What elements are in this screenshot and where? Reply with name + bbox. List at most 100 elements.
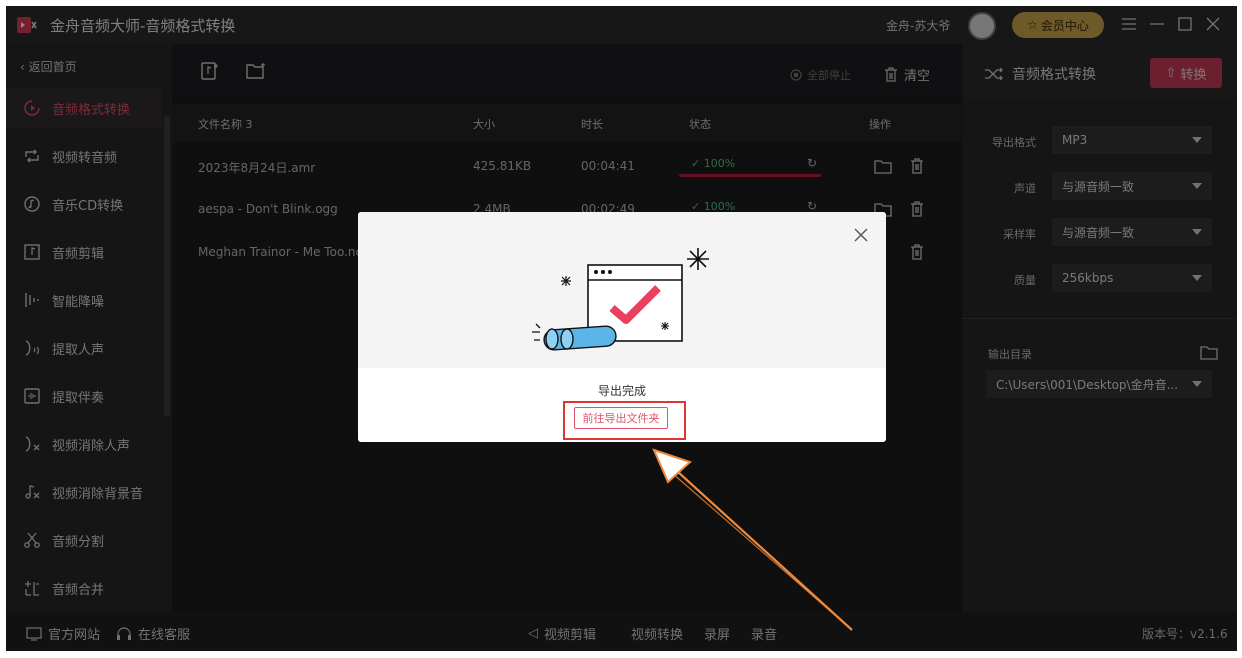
convert-button[interactable]: ⇧ 转换 xyxy=(1150,58,1222,88)
crown-icon: ☆ xyxy=(1027,18,1038,32)
video-remove-bg-icon xyxy=(22,482,42,502)
sidebar-item-audio-merge[interactable]: 音频合并 xyxy=(6,568,162,608)
trash-icon xyxy=(885,67,897,82)
user-name[interactable]: 金舟-苏大爷 xyxy=(886,17,950,34)
sidebar-item-video-remove-bg[interactable]: 视频消除背景音 xyxy=(6,472,162,512)
footer-link-label: 录屏 xyxy=(704,628,731,643)
open-export-folder-button[interactable]: 前往导出文件夹 xyxy=(574,407,668,429)
table-row[interactable]: 2023年8月24日.amr 425.81KB 00:04:41 ✓ 100% … xyxy=(172,145,962,187)
stop-icon xyxy=(790,69,802,81)
noise-reduction-icon xyxy=(22,290,42,310)
online-service-link[interactable]: 在线客服 xyxy=(116,624,190,643)
audio-merge-icon xyxy=(22,578,42,598)
online-service-label: 在线客服 xyxy=(138,628,191,643)
delete-icon[interactable] xyxy=(908,157,926,175)
chevron-left-icon: ‹ xyxy=(20,60,29,74)
footer-link-screen-record[interactable]: 录屏 xyxy=(704,624,730,643)
sample-rate-select[interactable]: 与源音频一致 xyxy=(1052,218,1212,246)
sidebar-scrollbar[interactable] xyxy=(164,116,170,416)
maximize-icon[interactable] xyxy=(1176,15,1194,33)
menu-icon[interactable] xyxy=(1120,15,1138,33)
avatar[interactable] xyxy=(968,12,996,40)
back-home-link[interactable]: ‹ 返回首页 xyxy=(20,58,77,75)
sidebar-item-label: 音频分割 xyxy=(52,534,105,550)
title-bar: 金舟音频大师-音频格式转换 金舟-苏大爷 ☆ 会员中心 xyxy=(6,6,1237,44)
output-path-value: C:\Users\001\Desktop\金舟音... xyxy=(996,377,1179,392)
shuffle-icon xyxy=(985,67,1003,81)
add-folder-icon[interactable] xyxy=(246,62,266,80)
file-name: Meghan Trainor - Me Too.ncm xyxy=(198,245,374,259)
output-path-select[interactable]: C:\Users\001\Desktop\金舟音... xyxy=(986,370,1212,398)
panel-divider xyxy=(962,318,1237,319)
refresh-icon[interactable]: ↻ xyxy=(807,199,817,213)
official-website-link[interactable]: 官方网站 xyxy=(26,624,100,643)
stop-all-button[interactable]: 全部停止 xyxy=(790,67,851,83)
back-home-label: 返回首页 xyxy=(28,60,77,74)
app-title: 金舟音频大师-音频格式转换 xyxy=(50,17,236,35)
chevron-down-icon xyxy=(1192,275,1202,281)
status-value: 100% xyxy=(703,157,736,170)
footer-bar: 官方网站 在线客服 ◁ 视频剪辑 视频转换 录屏 录音 版本号：v2.1.6 xyxy=(6,612,1237,651)
panel-header: 音频格式转换 ⇧ 转换 xyxy=(962,44,1237,100)
channel-value: 与源音频一致 xyxy=(1062,179,1135,194)
sidebar-item-music-cd[interactable]: 音乐CD转换 xyxy=(6,184,162,224)
refresh-icon[interactable]: ↻ xyxy=(807,156,817,170)
close-icon[interactable] xyxy=(1204,15,1222,33)
chevron-down-icon xyxy=(1192,183,1202,189)
sidebar-item-noise-reduction[interactable]: 智能降噪 xyxy=(6,280,162,320)
dialog-close-icon[interactable] xyxy=(852,226,870,244)
folder-icon[interactable] xyxy=(1200,344,1218,360)
status-text: ✓ 100% xyxy=(691,157,735,170)
sidebar-item-extract-accompaniment[interactable]: 提取伴奏 xyxy=(6,376,162,416)
sidebar-item-video-to-audio[interactable]: 视频转音频 xyxy=(6,136,162,176)
footer-link-video-convert[interactable]: 视频转换 xyxy=(631,624,683,643)
file-toolbar: 全部停止 清空 xyxy=(172,44,962,96)
audio-clip-icon xyxy=(22,242,42,262)
sidebar-item-extract-vocal[interactable]: 提取人声 xyxy=(6,328,162,368)
settings-panel: 音频格式转换 ⇧ 转换 导出格式 MP3 声道 与源音频一致 采样率 与源音频一… xyxy=(962,44,1237,612)
megaphone-icon: ◁ xyxy=(528,626,538,641)
minimize-icon[interactable] xyxy=(1148,15,1166,33)
delete-icon[interactable] xyxy=(908,243,926,261)
audio-split-icon xyxy=(22,530,42,550)
sidebar-item-audio-clip[interactable]: 音频剪辑 xyxy=(6,232,162,272)
panel-title-text: 音频格式转换 xyxy=(1012,67,1096,83)
official-website-label: 官方网站 xyxy=(48,628,101,643)
sidebar-item-video-remove-vocal[interactable]: 视频消除人声 xyxy=(6,424,162,464)
extract-accompaniment-icon xyxy=(22,386,42,406)
dialog-illustration xyxy=(358,212,886,368)
file-name: aespa - Don't Blink.ogg xyxy=(198,202,338,216)
vip-center-button[interactable]: ☆ 会员中心 xyxy=(1012,12,1104,38)
option-label-quality: 质量 xyxy=(1014,274,1036,287)
quality-value: 256kbps xyxy=(1062,271,1114,285)
sidebar-item-label: 提取人声 xyxy=(52,342,105,358)
chevron-down-icon xyxy=(1192,381,1202,387)
extract-vocal-icon xyxy=(22,338,42,358)
channel-select[interactable]: 与源音频一致 xyxy=(1052,172,1212,200)
vip-label: 会员中心 xyxy=(1040,18,1089,33)
open-folder-icon[interactable] xyxy=(874,157,892,175)
chevron-down-icon xyxy=(1192,137,1202,143)
footer-link-label: 录音 xyxy=(751,628,778,643)
column-header-filename: 文件名称 3 xyxy=(198,118,253,131)
headset-icon xyxy=(117,626,131,640)
quality-select[interactable]: 256kbps xyxy=(1052,264,1212,292)
export-complete-dialog: 导出完成 前往导出文件夹 xyxy=(358,212,886,442)
option-label-format: 导出格式 xyxy=(992,136,1036,149)
add-file-icon[interactable] xyxy=(200,62,220,80)
format-value: MP3 xyxy=(1062,133,1088,147)
sidebar-item-label: 音频合并 xyxy=(52,582,105,598)
footer-link-video-edit[interactable]: ◁ 视频剪辑 xyxy=(528,624,596,643)
delete-icon[interactable] xyxy=(908,200,926,218)
footer-link-audio-record[interactable]: 录音 xyxy=(751,624,777,643)
footer-link-label: 视频转换 xyxy=(631,628,684,643)
sidebar: ‹ 返回首页 音频格式转换 视频转音频 音乐CD转换 音频剪辑 智能降噪 提取人… xyxy=(6,44,172,612)
check-icon: ✓ xyxy=(691,157,704,170)
sidebar-item-audio-split[interactable]: 音频分割 xyxy=(6,520,162,560)
footer-link-label: 视频剪辑 xyxy=(544,628,597,643)
format-select[interactable]: MP3 xyxy=(1052,126,1212,154)
column-header-status: 状态 xyxy=(689,118,711,131)
file-size: 425.81KB xyxy=(473,159,532,173)
clear-button[interactable]: 清空 xyxy=(884,65,930,84)
sidebar-item-format-convert[interactable]: 音频格式转换 xyxy=(6,88,162,128)
